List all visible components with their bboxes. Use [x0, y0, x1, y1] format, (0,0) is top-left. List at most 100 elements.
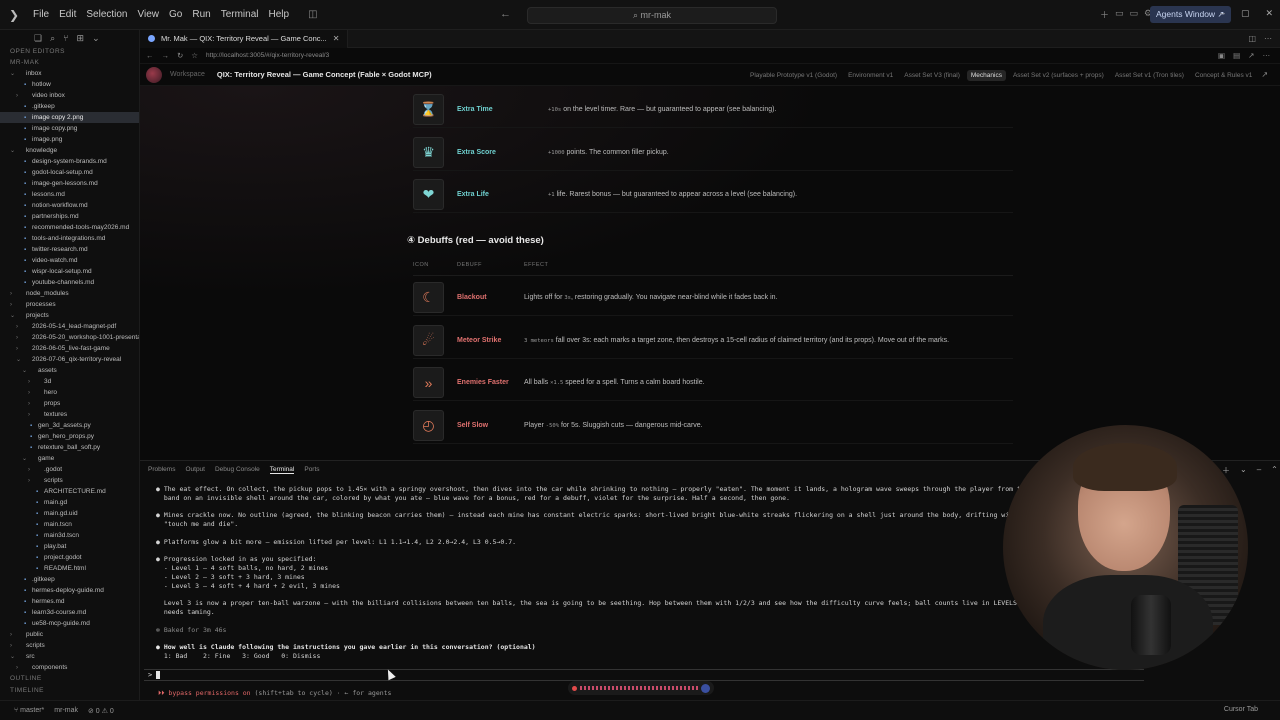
tree-item[interactable]: ▪ hotlow: [0, 79, 139, 90]
tree-item[interactable]: ▪ tools-and-integrations.md: [0, 233, 139, 244]
workspace-status[interactable]: mr-mak: [54, 707, 78, 714]
tree-item[interactable]: › scripts: [0, 640, 139, 651]
tree-item[interactable]: ▪ main3d.tscn: [0, 530, 139, 541]
tree-item[interactable]: ▪ main.gd.uid: [0, 508, 139, 519]
tree-item[interactable]: ▪ godot-local-setup.md: [0, 167, 139, 178]
tree-item[interactable]: › textures: [0, 409, 139, 420]
doc-tab[interactable]: Environment v1: [844, 70, 897, 81]
tree-item[interactable]: › video inbox: [0, 90, 139, 101]
close-window-icon[interactable]: ✕: [1266, 8, 1274, 19]
new-window-icon[interactable]: ＋: [1100, 8, 1109, 21]
chevron-down-icon[interactable]: ⌄: [92, 33, 100, 44]
menu-file[interactable]: File: [28, 9, 54, 20]
terminal-menu-icon[interactable]: ⌄: [1240, 465, 1247, 476]
tree-item[interactable]: ▪ learn3d-course.md: [0, 607, 139, 618]
mic-icon[interactable]: [701, 683, 710, 693]
minimize-icon[interactable]: –: [1220, 8, 1225, 19]
tree-item[interactable]: ⌄ inbox: [0, 68, 139, 79]
bookmark-icon[interactable]: ☆: [191, 51, 198, 60]
tree-item[interactable]: ▪ image-gen-lessons.md: [0, 178, 139, 189]
command-search[interactable]: ⌕ mr-mak: [527, 7, 777, 24]
maximize-panel-icon[interactable]: ⌃: [1271, 465, 1278, 476]
tree-item[interactable]: ⌄ game: [0, 453, 139, 464]
prompt-input[interactable]: >: [144, 669, 1144, 681]
browser-tab[interactable]: Mr. Mak — QIX: Territory Reveal — Game C…: [140, 30, 349, 48]
tree-item[interactable]: ▪ gen_hero_props.py: [0, 431, 139, 442]
tree-item[interactable]: ▪ hermes.md: [0, 596, 139, 607]
tree-item[interactable]: › processes: [0, 299, 139, 310]
tree-item[interactable]: › node_modules: [0, 288, 139, 299]
split-editor-icon[interactable]: ◫: [1248, 34, 1256, 43]
open-editors-label[interactable]: OPEN EDITORS: [0, 46, 139, 57]
tree-item[interactable]: ⌄ 2026-07-06_qix-territory-reveal: [0, 354, 139, 365]
tree-item[interactable]: ▪ image copy 2.png: [0, 112, 139, 123]
menu-selection[interactable]: Selection: [81, 9, 132, 20]
tab-terminal[interactable]: Terminal: [269, 466, 295, 474]
tab-problems[interactable]: Problems: [148, 466, 175, 473]
menu-edit[interactable]: Edit: [54, 9, 81, 20]
doc-tab[interactable]: Playable Prototype v1 (Godot): [746, 70, 841, 81]
tree-item[interactable]: ▪ play.bat: [0, 541, 139, 552]
tab-debug-console[interactable]: Debug Console: [215, 466, 260, 473]
search-icon[interactable]: ⌕: [50, 33, 55, 44]
devtools-icon[interactable]: ▤: [1233, 51, 1240, 60]
doc-tab[interactable]: Asset Set V3 (final): [900, 70, 964, 81]
tree-item[interactable]: ⌄ assets: [0, 365, 139, 376]
tree-item[interactable]: ▪ image.png: [0, 134, 139, 145]
cursor-tab-status[interactable]: Cursor Tab: [1224, 706, 1258, 713]
tab-output[interactable]: Output: [185, 466, 205, 473]
tree-item[interactable]: ⌄ projects: [0, 310, 139, 321]
tree-item[interactable]: › 2026-06-05_live-fast-game: [0, 343, 139, 354]
doc-tab[interactable]: Concept & Rules v1: [1191, 70, 1256, 81]
tree-item[interactable]: ▪ gen_3d_assets.py: [0, 420, 139, 431]
close-tab-icon[interactable]: ✕: [333, 34, 340, 43]
tree-item[interactable]: › scripts: [0, 475, 139, 486]
tree-item[interactable]: ⌄ knowledge: [0, 145, 139, 156]
more-actions-icon[interactable]: ⋯: [1264, 34, 1272, 43]
doc-tabs-more-icon[interactable]: ↗: [1261, 70, 1268, 81]
explorer-icon[interactable]: ❏: [34, 33, 42, 44]
menu-icon[interactable]: ⋯: [1263, 51, 1271, 60]
workspace-root-label[interactable]: MR-MAK: [0, 57, 139, 68]
menu-run[interactable]: Run: [187, 9, 215, 20]
screenshot-icon[interactable]: ▣: [1218, 51, 1225, 60]
back-icon[interactable]: ←: [146, 51, 154, 60]
tree-item[interactable]: ▪ project.godot: [0, 552, 139, 563]
forward-icon[interactable]: →: [162, 51, 170, 60]
menu-go[interactable]: Go: [164, 9, 187, 20]
tree-item[interactable]: ▪ README.html: [0, 563, 139, 574]
tree-item[interactable]: › 2026-05-14_lead-magnet-pdf: [0, 321, 139, 332]
timeline-section[interactable]: TIMELINE: [10, 687, 44, 694]
agents-window-button[interactable]: Agents Window ↗: [1150, 6, 1231, 23]
doc-tab[interactable]: Mechanics: [966, 70, 1006, 81]
extensions-icon[interactable]: ⊞: [77, 33, 85, 44]
tree-item[interactable]: ▪ design-system-brands.md: [0, 156, 139, 167]
tree-item[interactable]: ▪ retexture_ball_soft.py: [0, 442, 139, 453]
tree-item[interactable]: › components: [0, 662, 139, 673]
back-arrow-icon[interactable]: ←: [500, 8, 511, 20]
tree-item[interactable]: ▪ image copy.png: [0, 123, 139, 134]
problems-status[interactable]: ⊘ 0 ⚠ 0: [88, 707, 114, 715]
menu-help[interactable]: Help: [264, 9, 295, 20]
tree-item[interactable]: ▪ .gitkeep: [0, 101, 139, 112]
maximize-icon[interactable]: ▢: [1241, 8, 1250, 19]
tree-item[interactable]: › props: [0, 398, 139, 409]
voice-dictation-pill[interactable]: [568, 681, 714, 695]
external-link-icon[interactable]: ↗: [1248, 51, 1254, 60]
panel-left-icon[interactable]: ▭: [1115, 8, 1124, 21]
kill-terminal-icon[interactable]: –: [1257, 465, 1261, 476]
tree-item[interactable]: › 3d: [0, 376, 139, 387]
workspace-breadcrumb[interactable]: Workspace: [170, 71, 205, 78]
doc-tab[interactable]: Asset Set v2 (surfaces + props): [1009, 70, 1108, 81]
tree-item[interactable]: ▪ .gitkeep: [0, 574, 139, 585]
menu-terminal[interactable]: Terminal: [216, 9, 264, 20]
source-control-icon[interactable]: ⑂: [63, 33, 68, 43]
tree-item[interactable]: ▪ wispr-local-setup.md: [0, 266, 139, 277]
tree-item[interactable]: › 2026-05-20_workshop-1001-presentati...: [0, 332, 139, 343]
tree-item[interactable]: ▪ partnerships.md: [0, 211, 139, 222]
tree-item[interactable]: › .godot: [0, 464, 139, 475]
tree-item[interactable]: ▪ twitter-research.md: [0, 244, 139, 255]
reload-icon[interactable]: ↻: [177, 51, 183, 60]
outline-section[interactable]: OUTLINE: [10, 675, 42, 682]
url-field[interactable]: http://localhost:3005/#/qix-territory-re…: [206, 52, 329, 59]
